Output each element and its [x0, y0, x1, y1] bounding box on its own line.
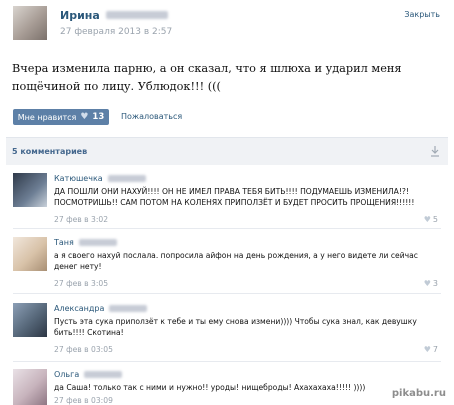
post-author[interactable]: Ирина: [60, 9, 168, 22]
blurred-surname: [107, 174, 146, 182]
comment-date[interactable]: 27 фев в 3:02: [54, 215, 108, 224]
post-author-avatar[interactable]: [13, 6, 47, 40]
comment-author[interactable]: Ольга: [54, 370, 123, 379]
collapse-icon[interactable]: [430, 145, 440, 157]
close-link[interactable]: Закрыть: [404, 10, 440, 19]
comment-avatar[interactable]: [13, 303, 47, 337]
comment-author-name[interactable]: Александра: [54, 304, 104, 313]
like-label: Мне нравится: [17, 112, 77, 122]
like-count: 13: [92, 112, 105, 122]
comment-author-name[interactable]: Ольга: [54, 370, 79, 379]
comment-date[interactable]: 27 фев в 03:05: [54, 345, 113, 354]
comment-text: да Саша! только так с ними и нужно!! уро…: [54, 383, 366, 392]
heart-icon: ♥: [423, 345, 431, 354]
comment-avatar[interactable]: [13, 173, 47, 207]
comment-author-name[interactable]: Таня: [54, 238, 74, 247]
comment-author[interactable]: Катюшечка: [54, 174, 146, 183]
blurred-surname: [78, 238, 117, 246]
report-link[interactable]: Пожаловаться: [121, 112, 182, 121]
comments-count-title[interactable]: 5 комментариев: [12, 147, 87, 156]
comment-text: Пусть эта сука приползёт к тебе и ты ему…: [54, 317, 417, 337]
comment-avatar[interactable]: [13, 369, 47, 405]
comment-like-count: 5: [432, 215, 438, 224]
heart-icon: ♥: [423, 279, 431, 288]
comment-date[interactable]: 27 фев в 3:05: [54, 279, 108, 288]
heart-icon: ♥: [423, 215, 431, 224]
divider: [13, 293, 441, 294]
comment-text: ДА ПОШЛИ ОНИ НАХУЙ!!!! ОН НЕ ИМЕЛ ПРАВА …: [54, 187, 415, 207]
comment-date[interactable]: 27 фев в 03:09: [54, 396, 113, 405]
blurred-surname: [109, 304, 148, 312]
comment-like-button[interactable]: ♥ 3: [424, 279, 438, 288]
blurred-surname: [84, 370, 123, 378]
comment-like-button[interactable]: ♥ 5: [424, 215, 438, 224]
blurred-surname: [105, 11, 168, 19]
comment-author-name[interactable]: Катюшечка: [54, 174, 103, 183]
comment-author[interactable]: Таня: [54, 238, 117, 247]
post-author-name[interactable]: Ирина: [60, 9, 100, 22]
divider: [13, 228, 441, 229]
post-date[interactable]: 27 февраля 2013 в 2:57: [60, 27, 172, 37]
post-text: Вчера изменила парню, а он сказал, что я…: [12, 62, 402, 93]
heart-icon: ♥: [80, 112, 89, 122]
like-button[interactable]: Мне нравится ♥ 13: [13, 109, 109, 125]
comment-like-count: 3: [432, 279, 438, 288]
comment-like-button[interactable]: ♥ 7: [424, 345, 438, 354]
watermark: pikabu.ru: [391, 388, 446, 399]
collapse-arrow-icon: [431, 146, 439, 157]
comment-text: а я своего нахуй послала. попросила айфо…: [54, 251, 418, 271]
comment-avatar[interactable]: [13, 237, 47, 271]
comment-author[interactable]: Александра: [54, 304, 148, 313]
divider: [13, 361, 441, 362]
comments-header: 5 комментариев: [6, 137, 448, 165]
comment-like-count: 7: [432, 345, 438, 354]
